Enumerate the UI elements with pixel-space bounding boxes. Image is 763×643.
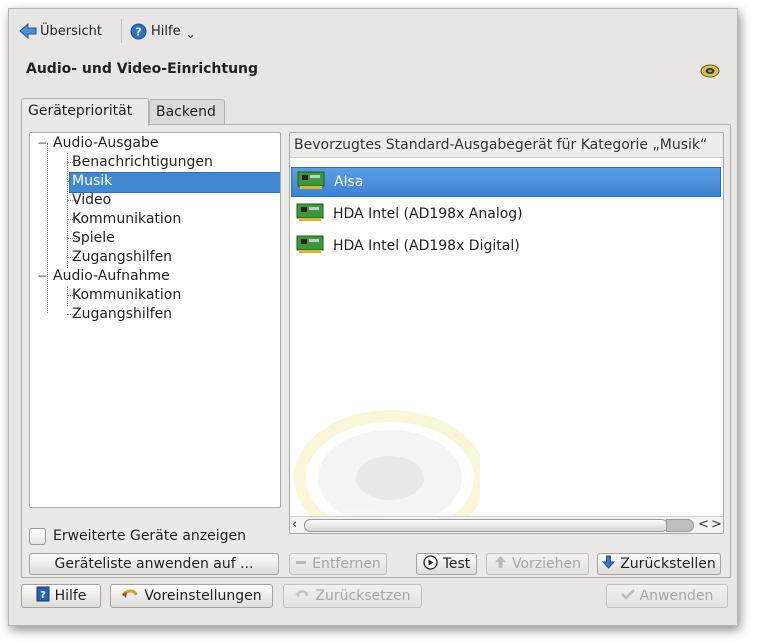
apply-label: Anwenden bbox=[639, 588, 714, 604]
help-button[interactable]: ? Hilfe bbox=[21, 584, 101, 608]
defaults-button[interactable]: Voreinstellungen bbox=[110, 584, 273, 608]
device-item-alsa[interactable]: Alsa bbox=[291, 167, 721, 197]
undo-icon bbox=[294, 587, 310, 605]
sound-card-icon bbox=[296, 169, 326, 195]
collapse-icon[interactable]: − bbox=[37, 136, 47, 150]
scrollbar-thumb[interactable] bbox=[304, 519, 668, 532]
device-label: HDA Intel (AD198x Digital) bbox=[333, 238, 520, 254]
prefer-label: Vorziehen bbox=[511, 556, 582, 572]
minus-icon bbox=[295, 556, 307, 572]
speaker-icon bbox=[699, 62, 721, 84]
tree-item-input-communication[interactable]: Kommunikation bbox=[70, 286, 183, 305]
svg-text:?: ? bbox=[135, 26, 141, 39]
prefer-button[interactable]: Vorziehen bbox=[486, 553, 589, 575]
arrow-left-icon bbox=[19, 22, 37, 40]
defaults-icon bbox=[121, 587, 139, 605]
tree-item-accessibility[interactable]: Zugangshilfen bbox=[70, 248, 174, 267]
tab-panel: − Audio-Ausgabe Benachrichtigungen Musik… bbox=[21, 124, 731, 578]
tab-backend[interactable]: Backend bbox=[149, 99, 225, 125]
collapse-icon[interactable]: − bbox=[37, 269, 47, 283]
horizontal-scrollbar[interactable]: ‹ < > bbox=[290, 516, 723, 533]
device-list-header: Bevorzugtes Standard-Ausgabegerät für Ka… bbox=[290, 133, 723, 158]
defer-label: Zurückstellen bbox=[620, 556, 716, 572]
toolbar: Übersicht ? Hilfe ⌄ bbox=[9, 9, 737, 51]
apply-button[interactable]: Anwenden bbox=[606, 584, 728, 608]
scrollbar-track[interactable] bbox=[666, 519, 694, 532]
tree-item-audio-output[interactable]: Audio-Ausgabe bbox=[51, 134, 161, 153]
help-button-label: Hilfe bbox=[54, 588, 87, 604]
scroll-right-button[interactable]: > bbox=[711, 517, 722, 533]
advanced-devices-label: Erweiterte Geräte anzeigen bbox=[53, 528, 246, 544]
tree-line bbox=[47, 143, 48, 313]
apply-device-list-button[interactable]: Geräteliste anwenden auf ... bbox=[29, 553, 279, 575]
tree-item-games[interactable]: Spiele bbox=[70, 229, 117, 248]
reset-label: Zurücksetzen bbox=[315, 588, 411, 604]
device-label: HDA Intel (AD198x Analog) bbox=[333, 206, 523, 222]
defaults-label: Voreinstellungen bbox=[144, 588, 262, 604]
category-tree[interactable]: − Audio-Ausgabe Benachrichtigungen Musik… bbox=[29, 132, 281, 508]
scroll-left-icon[interactable]: ‹ bbox=[292, 517, 297, 533]
tree-item-communication[interactable]: Kommunikation bbox=[70, 210, 183, 229]
overview-button[interactable]: Übersicht bbox=[19, 18, 102, 44]
test-label: Test bbox=[442, 556, 471, 572]
remove-button[interactable]: Entfernen bbox=[289, 553, 387, 575]
toolbar-separator bbox=[121, 19, 122, 43]
help-label: Hilfe bbox=[151, 23, 181, 39]
help-menu-button[interactable]: ? Hilfe ⌄ bbox=[130, 18, 196, 44]
arrow-up-icon bbox=[494, 555, 507, 573]
remove-label: Entfernen bbox=[312, 556, 381, 572]
advanced-devices-checkbox[interactable] bbox=[29, 527, 46, 545]
tree-item-audio-input[interactable]: Audio-Aufnahme bbox=[51, 267, 172, 286]
speaker-watermark-icon bbox=[290, 403, 486, 533]
test-button[interactable]: Test bbox=[416, 553, 477, 575]
page-title: Audio- und Video-Einrichtung bbox=[26, 61, 259, 77]
defer-button[interactable]: Zurückstellen bbox=[597, 553, 721, 575]
device-list[interactable]: Bevorzugtes Standard-Ausgabegerät für Ka… bbox=[289, 132, 724, 534]
advanced-devices-option[interactable]: Erweiterte Geräte anzeigen bbox=[29, 526, 246, 546]
device-item-hda-digital[interactable]: HDA Intel (AD198x Digital) bbox=[291, 231, 721, 261]
tree-line bbox=[67, 153, 68, 268]
device-label: Alsa bbox=[334, 174, 364, 190]
svg-text:?: ? bbox=[40, 590, 46, 601]
apply-device-list-label: Geräteliste anwenden auf ... bbox=[54, 556, 254, 572]
scroll-left-button[interactable]: < bbox=[698, 517, 709, 533]
play-icon bbox=[423, 554, 438, 574]
arrow-down-icon bbox=[602, 555, 616, 573]
tab-backend-label: Backend bbox=[156, 104, 216, 120]
sound-card-icon bbox=[295, 233, 325, 259]
overview-label: Übersicht bbox=[40, 23, 102, 39]
sound-card-icon bbox=[295, 201, 325, 227]
tab-device-priority[interactable]: Gerätepriorität bbox=[21, 98, 149, 126]
help-book-icon: ? bbox=[36, 586, 50, 606]
checkmark-icon bbox=[620, 588, 635, 604]
help-circle-icon: ? bbox=[130, 23, 147, 40]
chevron-down-icon: ⌄ bbox=[185, 27, 196, 41]
tree-item-notifications[interactable]: Benachrichtigungen bbox=[70, 153, 215, 172]
tree-item-music[interactable]: Musik bbox=[69, 172, 280, 193]
tree-item-video[interactable]: Video bbox=[70, 191, 113, 210]
reset-button[interactable]: Zurücksetzen bbox=[283, 584, 422, 608]
settings-window: Übersicht ? Hilfe ⌄ Audio- und Video-Ein… bbox=[8, 8, 738, 626]
tab-device-priority-label: Gerätepriorität bbox=[28, 103, 133, 119]
tree-line bbox=[67, 286, 68, 306]
device-item-hda-analog[interactable]: HDA Intel (AD198x Analog) bbox=[291, 199, 721, 229]
tree-item-input-accessibility[interactable]: Zugangshilfen bbox=[70, 305, 174, 324]
